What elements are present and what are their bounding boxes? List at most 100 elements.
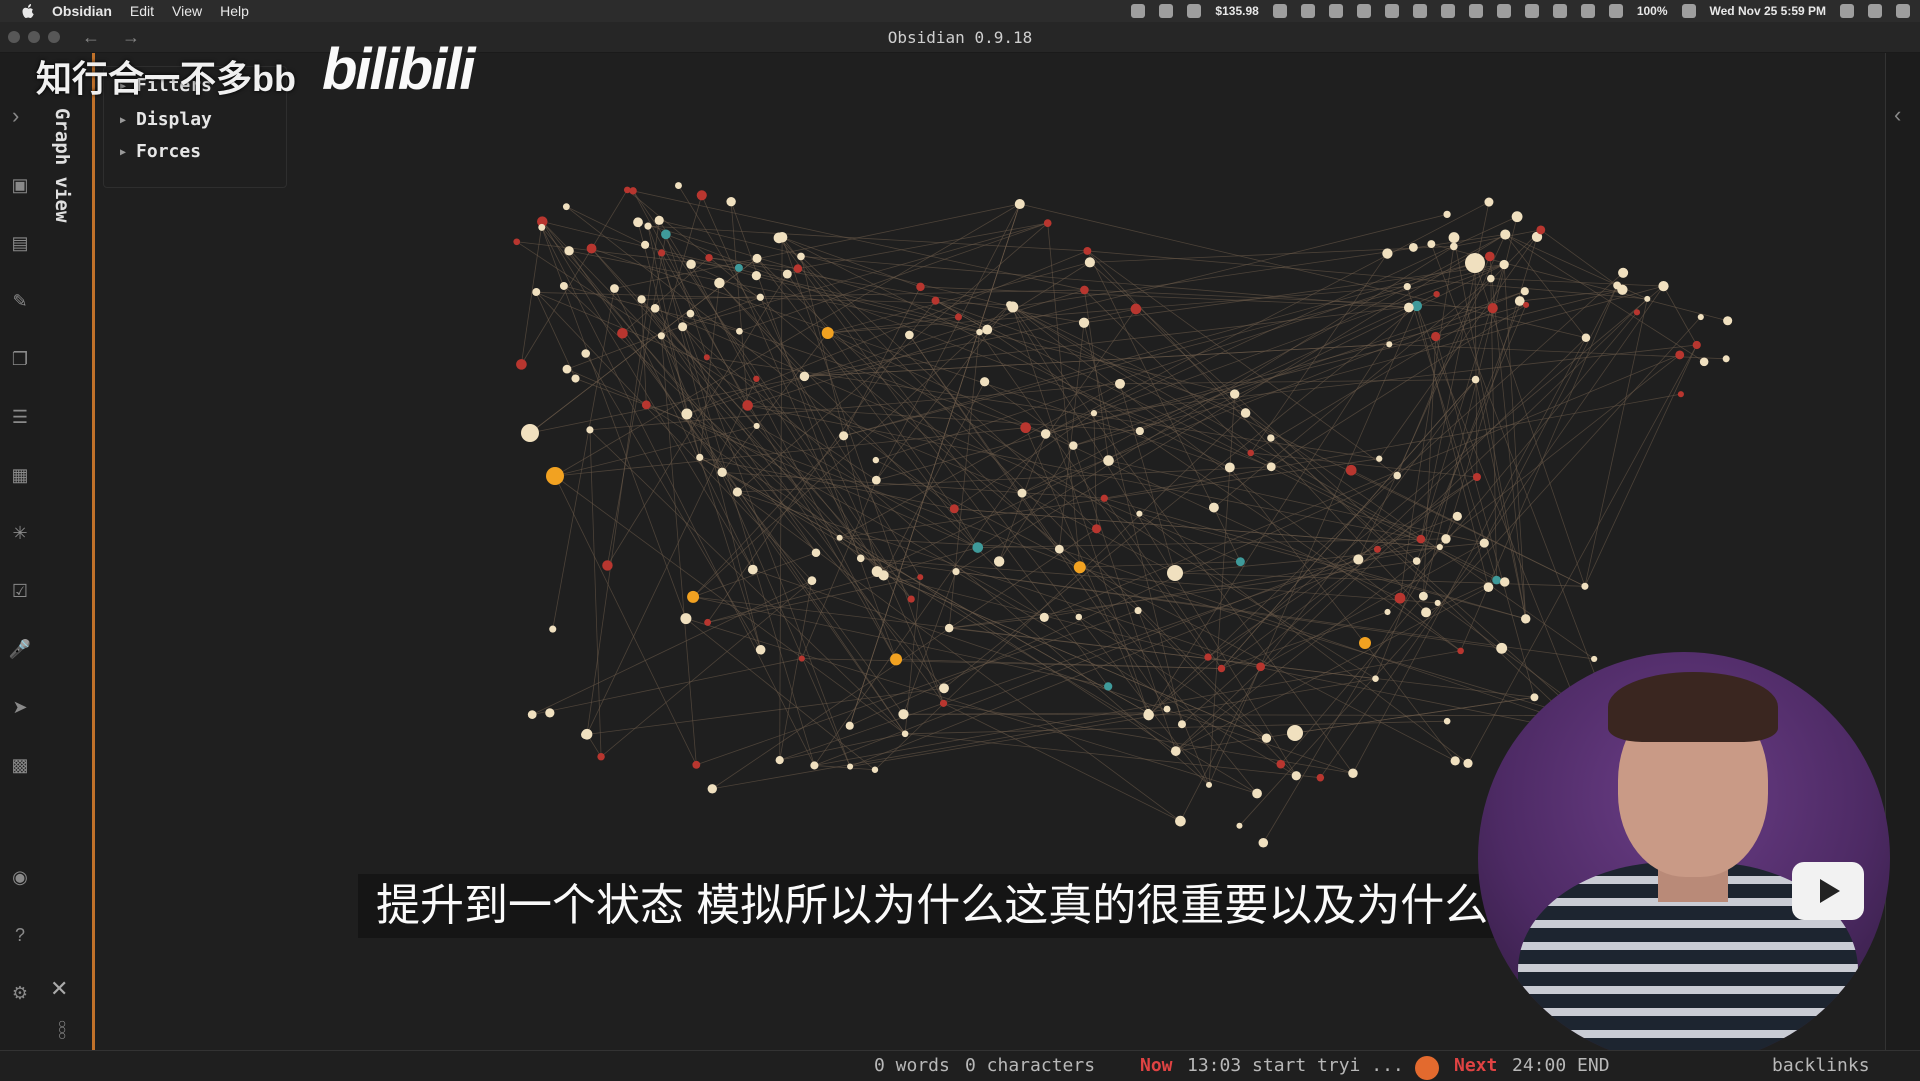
menu-icon[interactable]: ☰ [8,405,32,429]
graph-node[interactable] [1472,472,1481,482]
graph-node[interactable] [1014,198,1025,210]
stock-price[interactable]: $135.98 [1215,4,1258,18]
graph-node[interactable] [562,203,570,211]
graph-node[interactable] [734,263,743,272]
menu-view[interactable]: View [172,3,202,19]
graph-node[interactable] [775,756,784,765]
graph-node[interactable] [847,763,854,770]
graph-node[interactable] [1487,303,1498,314]
graph-node[interactable] [1492,575,1501,585]
graph-node[interactable] [982,324,993,335]
graph-node[interactable] [871,475,881,485]
graph-node[interactable] [1258,837,1269,848]
graph-node[interactable] [1521,614,1531,624]
graph-node[interactable] [898,709,909,720]
graph-node[interactable] [1386,341,1393,348]
graph-node[interactable] [1450,242,1458,251]
graph-node[interactable] [571,374,580,383]
graph-node[interactable] [871,766,879,774]
graph-node[interactable] [559,281,568,290]
graph-node[interactable] [1471,375,1480,384]
graph-node[interactable] [1247,449,1254,457]
graph-node[interactable] [1266,462,1276,472]
graph-node[interactable] [1443,717,1451,725]
apple-icon[interactable] [20,3,36,19]
graph-node[interactable] [1677,391,1684,398]
graph-node[interactable] [617,328,628,339]
graph-node[interactable] [545,708,555,718]
graph-node[interactable] [1316,773,1325,782]
graph-node[interactable] [1443,210,1451,219]
graph-node[interactable] [1017,488,1027,498]
clock-icon[interactable] [1552,4,1567,18]
graph-node[interactable] [1170,746,1181,756]
graph-node[interactable] [1135,426,1144,436]
graph-node[interactable] [916,282,925,292]
table-icon[interactable]: ▤ [8,231,32,255]
graph-node[interactable] [661,229,671,240]
graph-node[interactable] [1205,781,1213,788]
graph-node[interactable] [532,288,541,296]
graph-node[interactable] [1658,280,1669,292]
graph-node[interactable] [793,264,803,273]
graph-node[interactable] [1073,561,1086,574]
graph-node[interactable] [513,238,521,246]
cloud-icon[interactable] [1272,4,1287,18]
graph-node[interactable] [1136,510,1143,517]
graph-node[interactable] [1256,662,1265,672]
search-icon[interactable] [1840,4,1854,18]
graph-node[interactable] [1236,822,1243,829]
graph-node[interactable] [1348,768,1358,778]
m-icon[interactable] [1300,4,1315,18]
graph-node[interactable] [931,296,940,305]
template-icon[interactable]: ▦ [8,463,32,487]
graph-node[interactable] [742,400,753,411]
graph-node[interactable] [1416,534,1426,544]
graph-node[interactable] [1069,441,1078,450]
graph-node[interactable] [810,761,819,770]
graph-node[interactable] [527,710,537,719]
siri-icon[interactable] [1868,4,1882,18]
graph-node[interactable] [1078,317,1090,328]
close-window-button[interactable] [8,31,20,43]
layout-icon[interactable]: ▩ [8,753,32,777]
next-task[interactable]: 24:00 END [1512,1055,1610,1076]
graph-node[interactable] [1267,434,1275,442]
graph-node[interactable] [1104,682,1113,691]
graph-node[interactable] [1287,725,1303,741]
graph-node[interactable] [811,548,821,558]
graph-node[interactable] [1483,582,1494,593]
graph-node[interactable] [901,730,909,738]
graph-node[interactable] [686,309,695,318]
globe-icon[interactable] [1356,4,1371,18]
minimize-window-button[interactable] [28,31,40,43]
graph-node[interactable] [1452,511,1462,521]
graph-node[interactable] [1484,251,1495,262]
display-section[interactable]: ▶ Display [120,109,212,130]
graph-node[interactable] [1536,225,1546,235]
display-icon[interactable] [1468,4,1483,18]
graph-node[interactable] [1075,613,1083,621]
graph-node[interactable] [1261,733,1272,743]
graph-node[interactable] [839,431,849,441]
graph-node[interactable] [657,332,665,340]
graph-node[interactable] [641,240,650,249]
graph-node[interactable] [1373,545,1382,553]
graph-node[interactable] [797,252,805,261]
graph-node[interactable] [1204,653,1212,661]
graph-node[interactable] [692,760,701,769]
graph-node[interactable] [1581,582,1589,590]
graph-node[interactable] [586,243,597,254]
graph-node[interactable] [1276,759,1286,769]
graph-node[interactable] [1427,240,1436,249]
graph-node[interactable] [1457,647,1464,655]
graph-node[interactable] [597,752,605,761]
graph-node[interactable] [1487,274,1495,283]
graph-node[interactable] [1043,219,1052,227]
graph-node[interactable] [1465,253,1485,273]
graph-node[interactable] [807,576,817,586]
graph-node[interactable] [696,453,704,461]
now-task[interactable]: 13:03 start tryi ... [1187,1055,1404,1076]
graph-node[interactable] [1450,756,1460,766]
graph-node[interactable] [1617,284,1628,295]
